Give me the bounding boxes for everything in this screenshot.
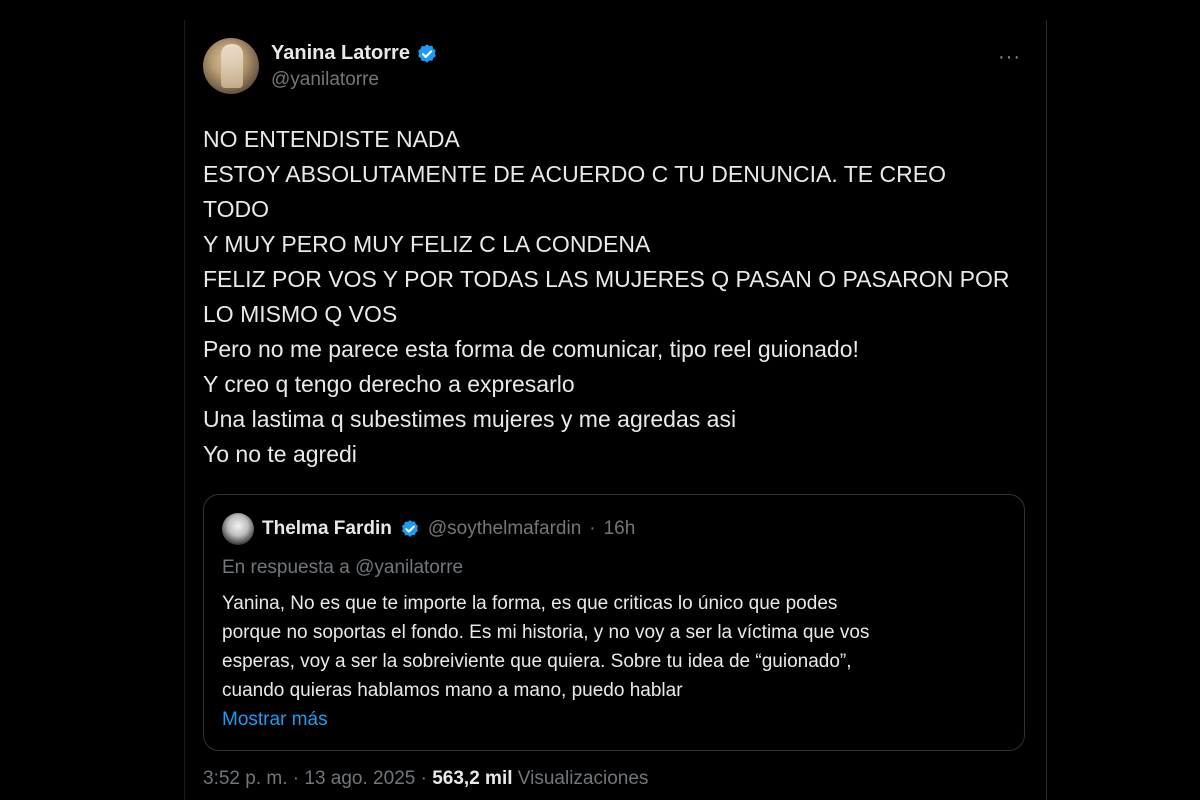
quoted-handle: @soythelmafardin [427,518,582,539]
tweet-text-line: TODO [203,196,270,222]
separator-dot: · [292,768,300,789]
quoted-tweet-text: Yanina, No es que te importe la forma, e… [222,589,1006,705]
tweet-text-line: Pero no me parece esta forma de comunica… [203,336,859,362]
name-row: Yanina Latorre [271,42,438,65]
separator-dot: · [420,768,427,789]
tweet-text-line: Una lastima q subestimes mujeres y me ag… [203,406,737,432]
tweet-meta: 3:52 p. m. · 13 ago. 2025 · 563,2 mil Vi… [203,768,648,790]
page: Yanina Latorre @yanilatorre ··· NO ENTEN… [0,0,1200,800]
tweet: Yanina Latorre @yanilatorre ··· NO ENTEN… [203,38,1025,751]
quoted-text-line: Yanina, No es que te importe la forma, e… [222,593,838,614]
quoted-tweet[interactable]: Thelma Fardin @soythelmafardin · 16h En … [203,494,1025,751]
author-handle[interactable]: @yanilatorre [271,69,438,91]
quoted-time: 16h [603,518,636,539]
more-options-icon[interactable]: ··· [998,46,1021,69]
quoted-tweet-header: Thelma Fardin @soythelmafardin · 16h [222,513,1006,545]
reply-context: En respuesta a @yanilatorre [222,557,1006,579]
quoted-avatar [222,513,254,545]
right-divider [1046,20,1047,800]
views-label: Visualizaciones [517,768,649,789]
quoted-display-name: Thelma Fardin [262,518,392,539]
show-more-link[interactable]: Mostrar más [222,705,328,734]
tweet-text: NO ENTENDISTE NADA ESTOY ABSOLUTAMENTE D… [203,122,1025,472]
tweet-header: Yanina Latorre @yanilatorre ··· [203,38,1025,102]
verified-badge-icon [418,43,436,63]
quoted-text-line: porque no soportas el fondo. Es mi histo… [222,622,870,643]
quoted-text-line: cuando quieras hablamos mano a mano, pue… [222,680,683,701]
tweet-text-line: Y MUY PERO MUY FELIZ C LA CONDENA [203,231,651,257]
author-display-name[interactable]: Yanina Latorre [271,42,410,65]
reply-mention: @yanilatorre [355,557,464,578]
tweet-time[interactable]: 3:52 p. m. [203,768,288,789]
left-divider [184,20,185,800]
reply-prefix: En respuesta a [222,557,350,578]
tweet-text-line: NO ENTENDISTE NADA [203,126,460,152]
tweet-text-line: FELIZ POR VOS Y POR TODAS LAS MUJERES Q … [203,266,1010,292]
tweet-text-line: Yo no te agredi [203,441,357,467]
tweet-text-line: LO MISMO Q VOS [203,301,398,327]
author-info: Yanina Latorre @yanilatorre [271,42,438,91]
tweet-text-line: ESTOY ABSOLUTAMENTE DE ACUERDO C TU DENU… [203,161,946,187]
verified-badge-icon [401,520,418,537]
separator-dot: · [589,518,596,539]
tweet-date[interactable]: 13 ago. 2025 [304,768,415,789]
views-count: 563,2 mil [432,768,513,789]
quoted-text-line: esperas, voy a ser la sobreiviente que q… [222,651,852,672]
avatar[interactable] [203,38,259,94]
tweet-text-line: Y creo q tengo derecho a expresarlo [203,371,575,397]
